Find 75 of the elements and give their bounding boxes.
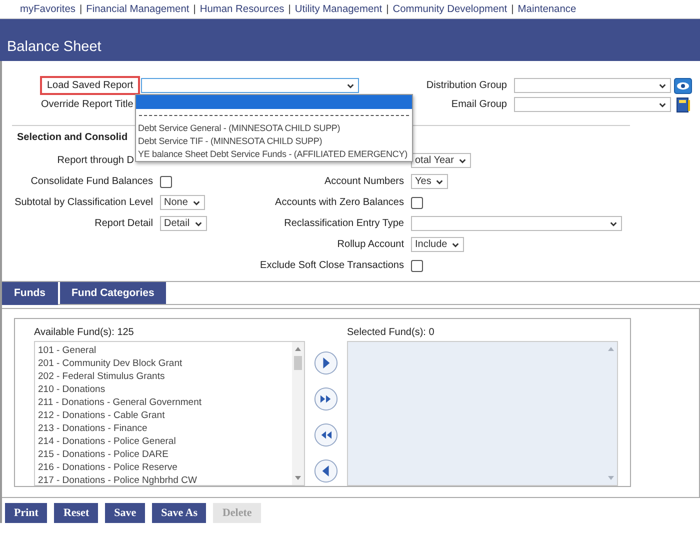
double-arrow-button[interactable]	[314, 423, 338, 447]
arrow-button[interactable]	[314, 459, 338, 483]
field-label: Load Saved Report	[40, 76, 140, 95]
list-item[interactable]: 214 - Donations - Police General	[38, 435, 289, 448]
list-caption: Available Fund(s): 125	[34, 326, 135, 340]
checkbox[interactable]	[411, 260, 423, 272]
field-label: Rollup Account	[337, 239, 404, 250]
list-item[interactable]: 211 - Donations - General Government	[38, 396, 289, 409]
scrollbar[interactable]	[292, 342, 304, 485]
list-item[interactable]: 215 - Donations - Police DARE	[38, 448, 289, 461]
eye-icon[interactable]	[674, 78, 692, 94]
arrow-button[interactable]	[314, 351, 338, 375]
nav-separator: |	[386, 4, 389, 14]
field-label: Report through D	[57, 155, 134, 166]
caret-icon	[451, 241, 460, 249]
action-button[interactable]: Save	[105, 503, 146, 523]
saved-report-select[interactable]	[141, 78, 360, 93]
field-label: Email Group	[450, 99, 507, 110]
nav-separator: |	[79, 4, 82, 14]
nav-separator: |	[511, 4, 514, 14]
tab[interactable]: Fund Categories	[60, 282, 166, 305]
list-item[interactable]: 201 - Community Dev Block Grant	[38, 357, 289, 370]
field-label: Override Report Title	[41, 99, 134, 110]
field-label: Report Detail	[94, 218, 153, 229]
field-label: Distribution Group	[425, 80, 507, 91]
nav-link[interactable]: Maintenance	[518, 4, 576, 14]
dropdown-option[interactable]: Debt Service TIF - (MINNESOTA CHILD SUPP)	[136, 135, 412, 148]
field-label: Exclude Soft Close Transactions	[260, 260, 404, 271]
dropdown-option[interactable]: Debt Service General - (MINNESOTA CHILD SUPP)	[136, 122, 412, 135]
caret-icon	[192, 199, 201, 207]
page-title: Balance Sheet	[7, 39, 102, 55]
caret-icon	[346, 82, 356, 90]
caret-icon	[658, 101, 667, 109]
select-field[interactable]: None	[160, 195, 205, 210]
caret-icon	[435, 178, 444, 186]
select-field[interactable]	[411, 216, 622, 231]
checkbox[interactable]	[160, 176, 172, 188]
select-field[interactable]: Yes	[411, 174, 448, 189]
list-item[interactable]: 212 - Donations - Cable Grant	[38, 409, 289, 422]
field-label: Subtotal by Classification Level	[14, 197, 153, 208]
nav-link[interactable]: myFavorites	[20, 4, 76, 14]
action-button[interactable]: Print	[5, 503, 48, 523]
select-field[interactable]: otal Year	[411, 153, 471, 168]
double-arrow-button[interactable]	[314, 387, 338, 411]
select-field[interactable]: Include	[411, 237, 464, 252]
nav-link[interactable]: Utility Management	[294, 4, 382, 14]
field-label: Account Numbers	[324, 176, 404, 187]
available-funds-list[interactable]	[34, 341, 305, 486]
nav-link[interactable]: Financial Management	[86, 4, 190, 14]
caret-icon	[458, 157, 467, 165]
list-item[interactable]: 217 - Donations - Police Nghbrhd CW	[38, 474, 289, 485]
list-item[interactable]: 202 - Federal Stimulus Grants	[38, 370, 289, 383]
caret-icon	[658, 82, 667, 90]
nav-link[interactable]: Community Development	[392, 4, 508, 14]
list-caption: Selected Fund(s): 0	[347, 326, 436, 340]
field-label: Reclassification Entry Type	[284, 218, 404, 229]
list-item[interactable]: 213 - Donations - Finance	[38, 422, 289, 435]
list-item[interactable]: 216 - Donations - Police Reserve	[38, 461, 289, 474]
nav-separator: |	[288, 4, 291, 14]
tab[interactable]: Funds	[2, 282, 58, 305]
nav-link[interactable]: Human Resources	[200, 4, 284, 14]
section-heading: Selection and Consolid	[17, 131, 128, 145]
list-item[interactable]: 210 - Donations	[38, 383, 289, 396]
action-button[interactable]: Reset	[54, 503, 98, 523]
field-label: Consolidate Fund Balances	[30, 176, 153, 187]
caret-icon	[609, 220, 618, 228]
caret-icon	[194, 220, 203, 228]
book-icon[interactable]	[674, 96, 692, 112]
checkbox[interactable]	[411, 196, 423, 208]
select-field[interactable]: Detail	[160, 216, 207, 231]
action-button[interactable]: Save As	[152, 503, 206, 523]
nav-separator: |	[193, 4, 196, 14]
list-item[interactable]: 101 - General	[38, 344, 289, 357]
field-label: Accounts with Zero Balances	[275, 197, 404, 208]
dropdown-option[interactable]: YE balance Sheet Debt Service Funds - (AFFILIATED EMERGENCY)	[136, 148, 412, 161]
